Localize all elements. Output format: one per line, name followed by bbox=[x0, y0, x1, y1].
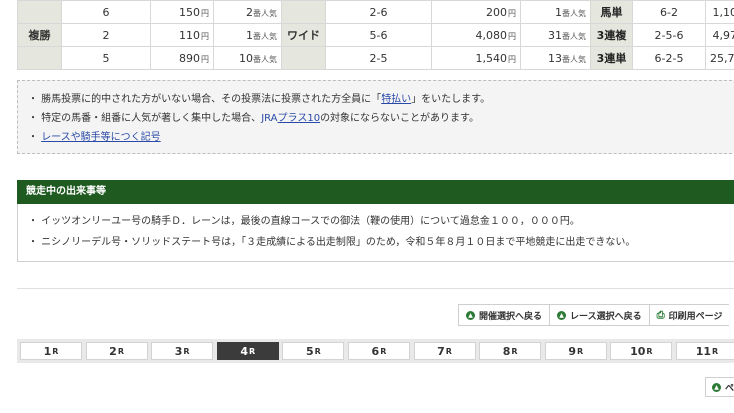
bottom-nav-button[interactable]: ▲ ペ bbox=[705, 377, 734, 397]
bet-type: 馬単 bbox=[590, 0, 633, 24]
bet-type: 3連単 bbox=[590, 46, 633, 70]
horse-number: 6 bbox=[61, 0, 151, 24]
combination: 2-5 bbox=[325, 46, 432, 70]
race-tab-5[interactable]: 5R bbox=[282, 342, 345, 360]
race-tab-6[interactable]: 6R bbox=[347, 342, 410, 360]
combination: 6-2-5 bbox=[632, 46, 706, 70]
bet-type: ワイド bbox=[281, 23, 326, 47]
popularity: 2番人気 bbox=[213, 0, 282, 24]
incident-item: ・ イッツオンリーユー号の騎手Ｄ．レーンは，最後の直線コースでの御法（鞭の使用）… bbox=[28, 216, 580, 227]
popularity: 10番人気 bbox=[213, 46, 282, 70]
payout: 110円 bbox=[150, 23, 214, 47]
bet-type bbox=[17, 46, 62, 70]
race-tab-2[interactable]: 2R bbox=[85, 342, 148, 360]
horse-number: 5 bbox=[61, 46, 151, 70]
payout: 4,080円 bbox=[431, 23, 521, 47]
combination: 5-6 bbox=[325, 23, 432, 47]
popularity: 1番人気 bbox=[213, 23, 282, 47]
payout: 1,100円 bbox=[705, 0, 734, 24]
note-line-1: ・ 勝馬投票に的中された方がいない場合、その投票法に投票された方全員に「特払い」… bbox=[28, 94, 491, 105]
chevron-up-icon: ▲ bbox=[466, 310, 475, 320]
back-to-race-button[interactable]: ▲ レース選択へ戻る bbox=[549, 304, 649, 326]
jra-plus10-link[interactable]: プラス10 bbox=[278, 113, 321, 124]
race-tab-1[interactable]: 1R bbox=[20, 342, 82, 360]
bet-type bbox=[281, 46, 326, 70]
back-to-meeting-button[interactable]: ▲ 開催選択へ戻る bbox=[458, 304, 550, 326]
race-tab-10[interactable]: 10 R bbox=[610, 342, 673, 360]
race-tab-7[interactable]: 7R bbox=[413, 342, 476, 360]
payout: 25,700円 bbox=[705, 46, 734, 70]
divider bbox=[17, 288, 734, 289]
bet-type bbox=[281, 0, 326, 24]
chevron-up-icon: ▲ bbox=[557, 310, 567, 320]
nav-buttons: ▲ 開催選択へ戻る ▲ レース選択へ戻る ⎙ 印刷用ページ bbox=[458, 304, 730, 326]
bet-type: 3連複 bbox=[590, 23, 633, 47]
printer-icon: ⎙ bbox=[656, 309, 665, 321]
popularity: 13番人気 bbox=[520, 46, 591, 70]
horse-number: 2 bbox=[61, 23, 151, 47]
odds-row: 複勝2110円1番人気ワイド5-64,080円31番人気3連複2-5-64,97… bbox=[17, 23, 734, 47]
combination: 2-5-6 bbox=[632, 23, 706, 47]
payout: 150円 bbox=[150, 0, 214, 24]
race-symbols-link[interactable]: レースや騎手等につく記号 bbox=[41, 132, 161, 143]
bet-type: 複勝 bbox=[17, 23, 62, 47]
race-tabs: 1 R 2 R 3 R 4 R 5 R 6 R 7 R 8 R 9 R 10 R 11 R bbox=[17, 339, 734, 363]
odds-row: 5890円10番人気 2-51,540円13番人気3連単6-2-525,700円 bbox=[17, 46, 734, 70]
incidents-body: ・ イッツオンリーユー号の騎手Ｄ．レーンは，最後の直線コースでの御法（鞭の使用）… bbox=[17, 204, 734, 262]
print-page-button[interactable]: ⎙ 印刷用ページ bbox=[648, 304, 730, 326]
payout: 890円 bbox=[150, 46, 214, 70]
odds-row: 6150円2番人気 2-6200円1番人気馬単6-21,100円 bbox=[17, 0, 734, 24]
combination: 2-6 bbox=[325, 0, 432, 24]
note-line-2: ・ 特定の馬番・組番に人気が著しく集中した場合、JRAプラス10の対象にならない… bbox=[28, 113, 480, 124]
popularity: 1番人気 bbox=[520, 0, 591, 24]
tokubarai-link[interactable]: 特払い bbox=[381, 94, 411, 105]
race-tab-3[interactable]: 3R bbox=[151, 342, 214, 360]
odds-table: 6150円2番人気2-6200円1番人気馬単6-21,100円複勝2110円1番… bbox=[17, 0, 734, 70]
popularity: 31番人気 bbox=[520, 23, 591, 47]
notes-box: ・ 勝馬投票に的中された方がいない場合、その投票法に投票された方全員に「特払い」… bbox=[17, 80, 734, 154]
bet-type bbox=[17, 0, 62, 24]
note-line-3: ・ レースや騎手等につく記号 bbox=[28, 132, 161, 143]
incident-item: ・ ニシノリーデル号・ソリッドステート号は，「３走成績による出走制限」のため，令… bbox=[28, 237, 636, 248]
payout: 200円 bbox=[431, 0, 521, 24]
combination: 6-2 bbox=[632, 0, 706, 24]
race-tab-8[interactable]: 8R bbox=[479, 342, 542, 360]
race-tab-11[interactable]: 11 R bbox=[675, 342, 734, 360]
race-tab-4[interactable]: 4R bbox=[216, 342, 279, 360]
payout: 1,540円 bbox=[431, 46, 521, 70]
payout: 4,970円 bbox=[705, 23, 734, 47]
chevron-up-icon: ▲ bbox=[712, 382, 721, 392]
race-tab-9[interactable]: 9R bbox=[544, 342, 607, 360]
incidents-header: 競走中の出来事等 bbox=[17, 180, 734, 204]
